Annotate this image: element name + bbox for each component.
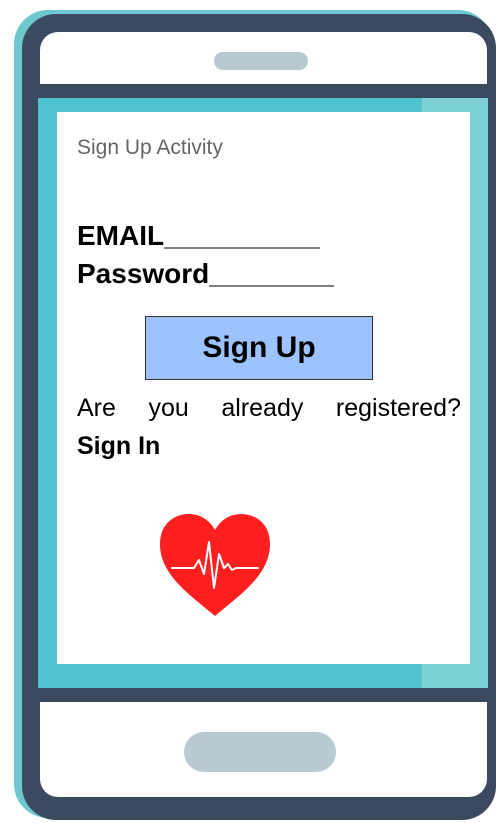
email-field[interactable]: EMAIL__________	[77, 220, 320, 252]
registered-prompt: Are you already registered?	[77, 394, 461, 422]
heart-pulse-icon	[160, 514, 270, 616]
activity-title: Sign Up Activity	[77, 136, 223, 159]
sign-in-link[interactable]: Sign In	[77, 432, 160, 461]
speaker-icon	[214, 52, 308, 70]
sign-up-button[interactable]: Sign Up	[145, 316, 373, 380]
phone-mockup: Sign Up Activity EMAIL__________ Passwor…	[0, 0, 497, 823]
password-field[interactable]: Password________	[77, 258, 334, 290]
home-button[interactable]	[184, 732, 336, 772]
